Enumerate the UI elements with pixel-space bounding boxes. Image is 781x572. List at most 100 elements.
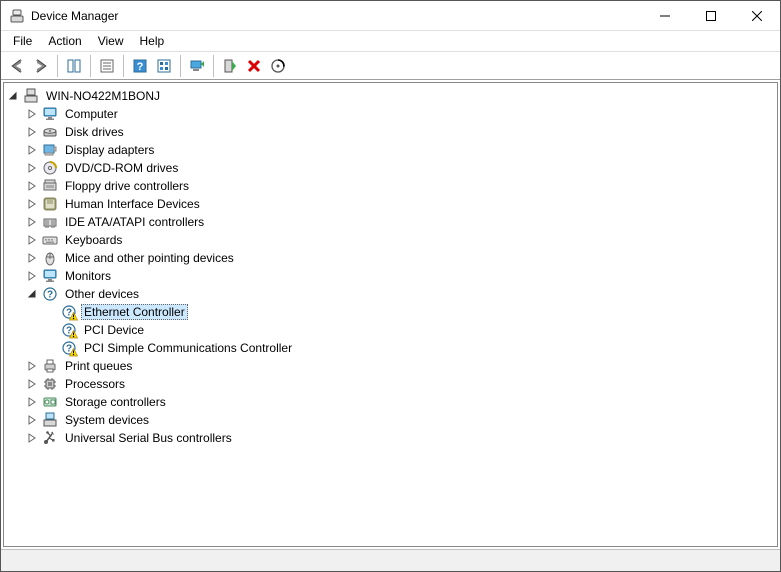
properties-icon	[99, 58, 115, 74]
toolbar-show-hide-tree[interactable]	[62, 55, 86, 77]
tree-node[interactable]: Monitors	[25, 267, 775, 285]
expander-expand[interactable]	[25, 359, 40, 374]
display-adapter-icon	[42, 142, 58, 158]
menubar: FileActionViewHelp	[1, 31, 780, 52]
tree-node[interactable]: Floppy drive controllers	[25, 177, 775, 195]
monitor-icon	[42, 106, 58, 122]
tree-node-label[interactable]: IDE ATA/ATAPI controllers	[62, 214, 207, 230]
tree-node-label[interactable]: DVD/CD-ROM drives	[62, 160, 181, 176]
tree-node[interactable]: System devices	[25, 411, 775, 429]
tree-node[interactable]: Disk drives	[25, 123, 775, 141]
toolbar-separator	[90, 55, 91, 77]
tree-node[interactable]: Mice and other pointing devices	[25, 249, 775, 267]
tree-node[interactable]: Keyboards	[25, 231, 775, 249]
monitor-icon	[42, 268, 58, 284]
tree-node-label[interactable]: PCI Simple Communications Controller	[81, 340, 295, 356]
tree-node[interactable]: DVD/CD-ROM drives	[25, 159, 775, 177]
floppy-ctrl-icon	[42, 178, 58, 194]
tree-node-label[interactable]: PCI Device	[81, 322, 147, 338]
arrow-right-icon	[33, 58, 49, 74]
menu-action[interactable]: Action	[40, 31, 89, 51]
tree-node-label[interactable]: Storage controllers	[62, 394, 169, 410]
tree-node[interactable]: WIN-NO422M1BONJ	[6, 87, 775, 105]
unknown-warn-icon	[61, 304, 77, 320]
expander-expand[interactable]	[25, 143, 40, 158]
computer-root-icon	[23, 88, 39, 104]
help-icon	[132, 58, 148, 74]
tree-node[interactable]: IDE ATA/ATAPI controllers	[25, 213, 775, 231]
scan-hardware-icon	[270, 58, 286, 74]
unknown-icon	[42, 286, 58, 302]
enable-icon	[222, 58, 238, 74]
minimize-button[interactable]	[642, 1, 688, 31]
tree-node-label[interactable]: WIN-NO422M1BONJ	[43, 88, 163, 104]
menu-file[interactable]: File	[5, 31, 40, 51]
tree-node-label[interactable]: Processors	[62, 376, 128, 392]
window-title: Device Manager	[31, 9, 118, 23]
tree-node-label[interactable]: Human Interface Devices	[62, 196, 203, 212]
expander-expand[interactable]	[25, 125, 40, 140]
tree-node[interactable]: Processors	[25, 375, 775, 393]
expander-expand[interactable]	[25, 395, 40, 410]
tree-node-label[interactable]: Computer	[62, 106, 121, 122]
toolbar-scan-hardware[interactable]	[266, 55, 290, 77]
device-tree[interactable]: WIN-NO422M1BONJ Computer Disk drives Displa…	[3, 82, 778, 547]
maximize-button[interactable]	[688, 1, 734, 31]
tree-node[interactable]: PCI Simple Communications Controller	[44, 339, 775, 357]
hid-icon	[42, 196, 58, 212]
expander-expand[interactable]	[25, 251, 40, 266]
tree-node[interactable]: Storage controllers	[25, 393, 775, 411]
expander-expand[interactable]	[25, 161, 40, 176]
optical-icon	[42, 160, 58, 176]
tree-node[interactable]: Human Interface Devices	[25, 195, 775, 213]
tree-node-label[interactable]: Monitors	[62, 268, 114, 284]
expander-expand[interactable]	[25, 431, 40, 446]
tree-node[interactable]: PCI Device	[44, 321, 775, 339]
tree-node-label[interactable]: Disk drives	[62, 124, 127, 140]
tree-node-label[interactable]: Ethernet Controller	[81, 304, 188, 320]
vsplit-icon	[66, 58, 82, 74]
expander-collapse[interactable]	[25, 287, 40, 302]
expander-collapse[interactable]	[6, 89, 21, 104]
tree-node-label[interactable]: Other devices	[62, 286, 142, 302]
toolbar-separator	[123, 55, 124, 77]
tree-node[interactable]: Computer	[25, 105, 775, 123]
tree-node-label[interactable]: Keyboards	[62, 232, 125, 248]
expander-expand[interactable]	[25, 233, 40, 248]
tree-node[interactable]: Other devices	[25, 285, 775, 303]
tree-node[interactable]: Ethernet Controller	[44, 303, 775, 321]
close-button[interactable]	[734, 1, 780, 31]
tree-node[interactable]: Universal Serial Bus controllers	[25, 429, 775, 447]
app-icon	[9, 8, 25, 24]
toolbar-help[interactable]	[128, 55, 152, 77]
expander-expand[interactable]	[25, 107, 40, 122]
tree-node-label[interactable]: Print queues	[62, 358, 135, 374]
tree-node-label[interactable]: Mice and other pointing devices	[62, 250, 237, 266]
expander-expand[interactable]	[25, 215, 40, 230]
toolbar-uninstall[interactable]	[242, 55, 266, 77]
expander-expand[interactable]	[25, 197, 40, 212]
toolbar-options[interactable]	[152, 55, 176, 77]
toolbar-forward[interactable]	[29, 55, 53, 77]
tree-node-label[interactable]: Floppy drive controllers	[62, 178, 192, 194]
tree-node-label[interactable]: System devices	[62, 412, 152, 428]
expander-expand[interactable]	[25, 269, 40, 284]
expander-expand[interactable]	[25, 179, 40, 194]
toolbar-separator	[57, 55, 58, 77]
unknown-warn-icon	[61, 340, 77, 356]
menu-help[interactable]: Help	[132, 31, 173, 51]
toolbar-enable[interactable]	[218, 55, 242, 77]
tree-node-label[interactable]: Universal Serial Bus controllers	[62, 430, 235, 446]
menu-view[interactable]: View	[90, 31, 132, 51]
tree-node[interactable]: Display adapters	[25, 141, 775, 159]
keyboard-icon	[42, 232, 58, 248]
tree-node[interactable]: Print queues	[25, 357, 775, 375]
toolbar-update-driver[interactable]	[185, 55, 209, 77]
expander-expand[interactable]	[25, 413, 40, 428]
expander-expand[interactable]	[25, 377, 40, 392]
toolbar-back[interactable]	[5, 55, 29, 77]
system-icon	[42, 412, 58, 428]
toolbar-separator	[213, 55, 214, 77]
tree-node-label[interactable]: Display adapters	[62, 142, 157, 158]
toolbar-properties[interactable]	[95, 55, 119, 77]
